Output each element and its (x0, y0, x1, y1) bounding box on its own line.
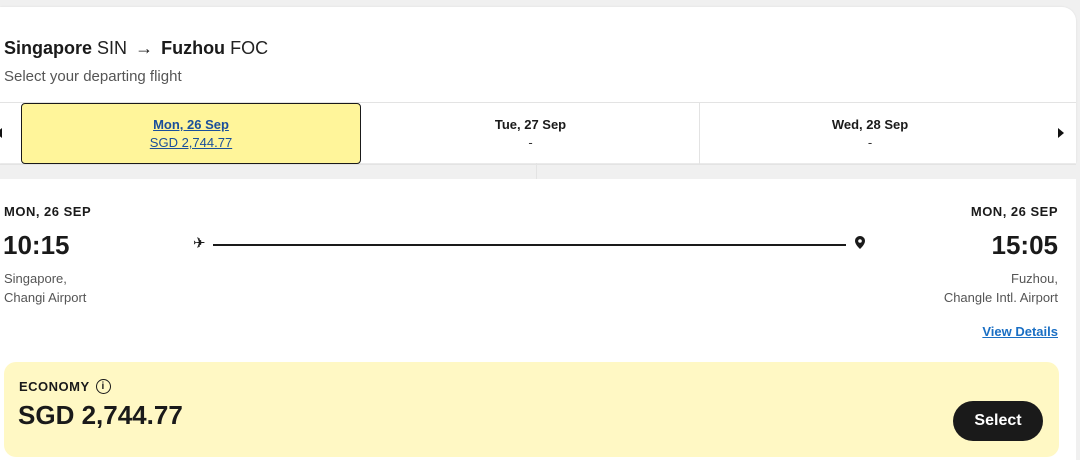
departure-date: MON, 26 SEP (4, 204, 92, 219)
departure-airport: Singapore, Changi Airport (4, 269, 86, 307)
info-icon[interactable]: i (95, 379, 111, 394)
departure-time: 10:15 (3, 230, 70, 260)
route-line (213, 244, 846, 246)
fare-option-economy[interactable]: ECONOMY i SGD 2,744.77 Select (4, 362, 1059, 457)
date-tab-tue-27-sep[interactable]: Tue, 27 Sep - (362, 103, 700, 164)
fare-class: ECONOMY i (19, 379, 111, 394)
departure-airport-name: Changi Airport (4, 290, 87, 305)
date-tab-mon-26-sep[interactable]: Mon, 26 Sep SGD 2,744.77 (21, 103, 361, 164)
origin-code: SIN (97, 38, 128, 58)
arrival-airport: Fuzhou, Changle Intl. Airport (944, 269, 1058, 307)
date-selector: Mon, 26 Sep SGD 2,744.77 Tue, 27 Sep - W… (0, 102, 1076, 165)
chevron-right-icon (1058, 128, 1064, 138)
date-tab-price: - (867, 135, 873, 150)
date-tab-price: - (528, 135, 533, 150)
fare-class-label: ECONOMY (19, 379, 90, 394)
plane-icon: ✈ (193, 235, 206, 252)
destination-code: FOC (230, 38, 269, 58)
arrival-city: Fuzhou, (1011, 271, 1058, 286)
arrival-date: MON, 26 SEP (970, 204, 1058, 219)
destination-city: Fuzhou (161, 38, 226, 58)
location-pin-icon (855, 236, 865, 254)
date-tab-label: Mon, 26 Sep (153, 117, 229, 132)
date-tab-price: SGD 2,744.77 (149, 135, 233, 150)
date-tab-label: Wed, 28 Sep (831, 117, 909, 132)
arrival-time: 15:05 (991, 230, 1059, 260)
arrow-right-icon: → (135, 38, 154, 58)
page-subtitle: Select your departing flight (4, 68, 182, 85)
view-details-link[interactable]: View Details (982, 324, 1058, 339)
route-title: Singapore SIN → Fuzhou FOC (4, 38, 268, 59)
fare-price: SGD 2,744.77 (18, 400, 183, 430)
select-button[interactable]: Select (953, 401, 1043, 441)
prev-dates-button[interactable] (0, 125, 8, 141)
departure-city: Singapore, (4, 271, 67, 286)
flight-card: MON, 26 SEP MON, 26 SEP 10:15 15:05 ✈ Si… (0, 179, 1076, 460)
next-dates-button[interactable] (1055, 125, 1067, 141)
divider (536, 163, 537, 179)
origin-city: Singapore (4, 38, 93, 58)
chevron-left-icon (0, 128, 2, 138)
date-tab-label: Tue, 27 Sep (494, 117, 567, 132)
date-tab-wed-28-sep[interactable]: Wed, 28 Sep - (700, 103, 1040, 164)
arrival-airport-name: Changle Intl. Airport (943, 290, 1058, 305)
